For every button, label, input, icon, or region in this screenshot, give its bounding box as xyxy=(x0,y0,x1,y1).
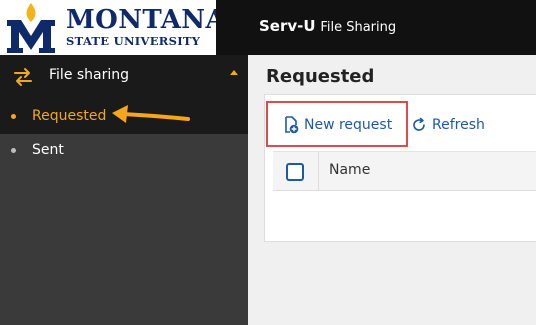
app-title-section: File Sharing xyxy=(320,20,397,35)
msu-logo: MONTANA STATE UNIVERSITY xyxy=(0,0,216,55)
select-all-checkbox[interactable] xyxy=(286,163,304,181)
msu-m-logo-icon xyxy=(7,3,55,53)
page-title: Requested xyxy=(266,66,375,87)
refresh-label: Refresh xyxy=(432,117,485,133)
refresh-button[interactable]: Refresh xyxy=(411,115,485,135)
app-title-product: Serv-U xyxy=(259,17,316,35)
annotation-arrow-icon xyxy=(112,105,190,123)
sidebar-item-sent[interactable]: Sent xyxy=(0,134,248,168)
table-header-row: Name xyxy=(273,151,536,191)
sidebar-item-label: Sent xyxy=(32,142,64,158)
top-bar: Serv-U File Sharing xyxy=(216,0,536,55)
new-request-button[interactable]: New request xyxy=(283,115,392,135)
bullet-icon xyxy=(11,148,16,153)
new-request-label: New request xyxy=(304,117,393,133)
sidebar-section-label: File sharing xyxy=(49,67,130,83)
swap-arrows-icon xyxy=(14,68,32,86)
sidebar: File sharing Requested Sent xyxy=(0,55,248,325)
logo-wordmark-montana: MONTANA xyxy=(66,5,216,35)
select-all-cell xyxy=(273,152,319,190)
bullet-icon xyxy=(11,114,16,119)
new-file-request-icon xyxy=(285,116,299,134)
column-header-name[interactable]: Name xyxy=(329,162,370,178)
logo-wordmark-state-university: STATE UNIVERSITY xyxy=(66,34,201,48)
sidebar-item-label: Requested xyxy=(32,108,107,124)
app-title: Serv-U File Sharing xyxy=(259,17,396,35)
requests-panel: New request Refresh Name xyxy=(264,94,536,242)
chevron-up-icon[interactable] xyxy=(230,70,238,75)
refresh-icon xyxy=(413,117,425,131)
sidebar-section-file-sharing[interactable]: File sharing xyxy=(0,55,248,100)
